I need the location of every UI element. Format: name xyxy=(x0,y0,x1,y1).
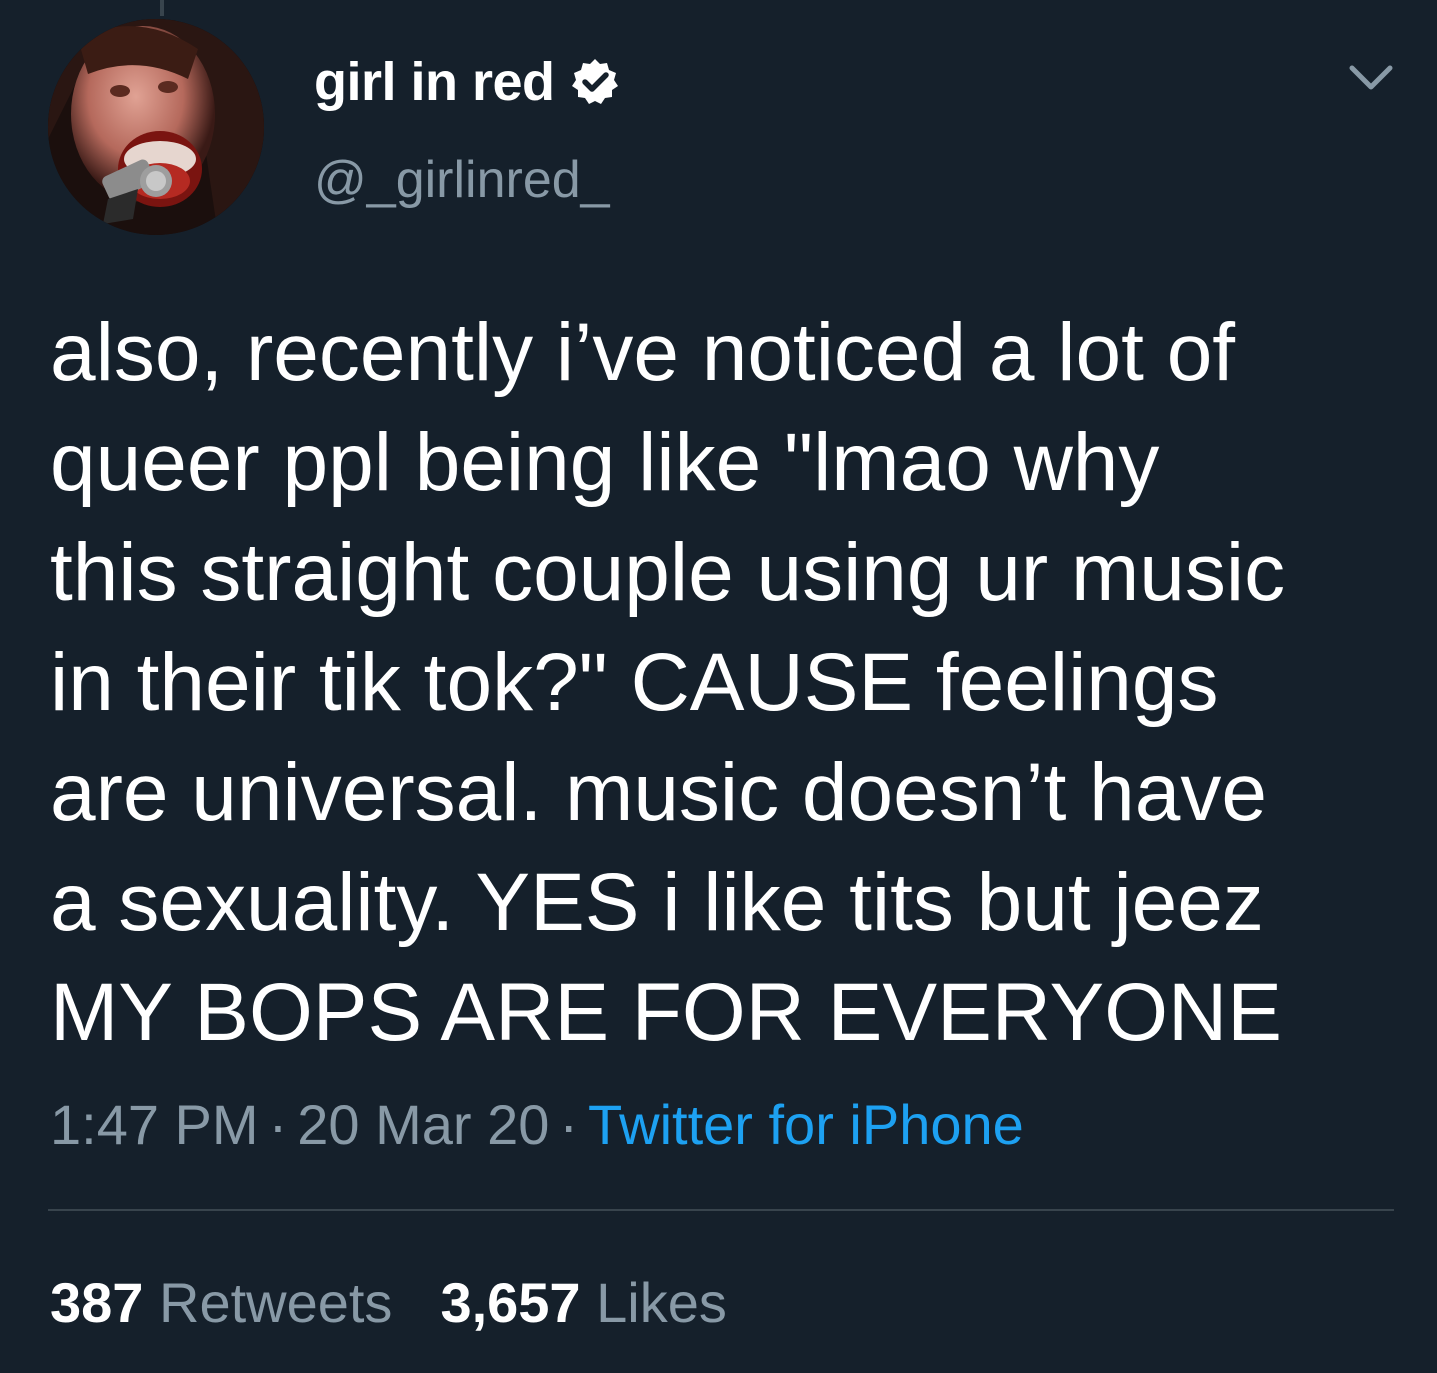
tweet-text-line: a sexuality. YES i like tits but jeez xyxy=(50,857,1264,948)
tweet-text-line: in their tik tok?" CAUSE feelings xyxy=(50,637,1219,728)
tweet-metadata: 1:47 PM · 20 Mar 20 · Twitter for iPhone xyxy=(50,1090,1024,1160)
tweet-text-line: MY BOPS ARE FOR EVERYONE xyxy=(50,967,1282,1058)
display-name-row[interactable]: girl in red xyxy=(314,50,621,114)
thread-line xyxy=(160,0,164,16)
likes-label: Likes xyxy=(596,1271,727,1334)
tweet-source-link[interactable]: Twitter for iPhone xyxy=(588,1093,1024,1156)
tweet-text: also, recently i’ve noticed a lot of que… xyxy=(50,298,1420,1068)
tweet-date[interactable]: 20 Mar 20 xyxy=(297,1093,549,1156)
separator-dot: · xyxy=(268,1093,288,1156)
tweet-text-line: this straight couple using ur music xyxy=(50,527,1286,618)
verified-badge-icon xyxy=(571,59,618,104)
avatar[interactable] xyxy=(48,19,264,235)
tweet-text-line: queer ppl being like "lmao why xyxy=(50,417,1160,508)
likes-count: 3,657 xyxy=(440,1271,581,1334)
separator-dot: · xyxy=(559,1093,579,1156)
retweets-stat[interactable]: 387 Retweets xyxy=(50,1268,392,1338)
chevron-down-icon[interactable] xyxy=(1346,60,1396,96)
retweets-label: Retweets xyxy=(159,1271,393,1334)
likes-stat[interactable]: 3,657 Likes xyxy=(440,1268,726,1338)
avatar-image xyxy=(48,19,264,235)
tweet-stats: 387 Retweets 3,657 Likes xyxy=(50,1268,727,1338)
display-name[interactable]: girl in red xyxy=(314,51,555,113)
retweets-count: 387 xyxy=(50,1271,144,1334)
divider xyxy=(48,1209,1394,1211)
tweet-text-line: also, recently i’ve noticed a lot of xyxy=(50,307,1236,398)
user-handle[interactable]: @_girlinred_ xyxy=(314,150,610,210)
tweet-text-line: are universal. music doesn’t have xyxy=(50,747,1267,838)
tweet-time[interactable]: 1:47 PM xyxy=(50,1093,259,1156)
